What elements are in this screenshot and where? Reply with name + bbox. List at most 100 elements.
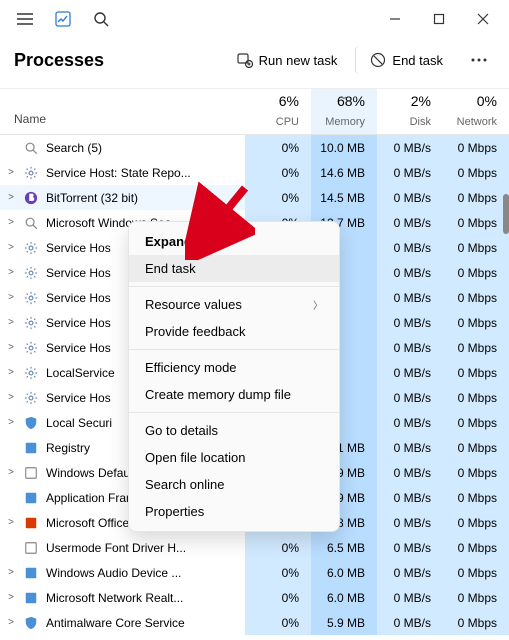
expand-icon[interactable]: > bbox=[0, 342, 22, 353]
menu-icon[interactable] bbox=[10, 4, 40, 34]
gear-icon bbox=[22, 314, 40, 332]
cell-disk: 0 MB/s bbox=[377, 435, 443, 460]
close-button[interactable] bbox=[461, 4, 505, 34]
end-task-button[interactable]: End task bbox=[355, 46, 455, 74]
table-row[interactable]: Usermode Font Driver H...0%6.5 MB0 MB/s0… bbox=[0, 535, 509, 560]
cell-network: 0 Mbps bbox=[443, 560, 509, 585]
column-memory[interactable]: ⌄ 68% Memory bbox=[311, 89, 377, 134]
scrollbar-thumb[interactable] bbox=[503, 194, 509, 234]
cell-disk: 0 MB/s bbox=[377, 185, 443, 210]
sort-descending-icon: ⌄ bbox=[340, 91, 348, 102]
expand-icon[interactable]: > bbox=[0, 267, 22, 278]
cell-disk: 0 MB/s bbox=[377, 610, 443, 635]
gear-icon bbox=[22, 239, 40, 257]
search-icon bbox=[22, 214, 40, 232]
reg-icon bbox=[22, 489, 40, 507]
cell-disk: 0 MB/s bbox=[377, 135, 443, 160]
cm-end-task[interactable]: End task bbox=[129, 255, 339, 282]
cell-memory: 6.5 MB bbox=[311, 535, 377, 560]
expand-icon[interactable]: > bbox=[0, 292, 22, 303]
cm-separator bbox=[129, 349, 339, 350]
cell-network: 0 Mbps bbox=[443, 435, 509, 460]
expand-icon[interactable]: > bbox=[0, 167, 22, 178]
process-name: Antimalware Core Service bbox=[46, 616, 245, 630]
table-row[interactable]: Search (5)0%10.0 MB0 MB/s0 Mbps bbox=[0, 135, 509, 160]
cm-resource-values[interactable]: Resource values〉 bbox=[129, 291, 339, 318]
reg-icon bbox=[22, 589, 40, 607]
cell-cpu: 0% bbox=[245, 135, 311, 160]
process-name: Service Host: State Repo... bbox=[46, 166, 245, 180]
cm-search-online[interactable]: Search online bbox=[129, 471, 339, 498]
cm-provide-feedback[interactable]: Provide feedback bbox=[129, 318, 339, 345]
column-name[interactable]: Name bbox=[0, 89, 245, 134]
expand-icon[interactable]: > bbox=[0, 317, 22, 328]
cell-network: 0 Mbps bbox=[443, 260, 509, 285]
run-new-task-button[interactable]: Run new task bbox=[225, 46, 350, 74]
app-icon bbox=[48, 4, 78, 34]
expand-icon[interactable]: > bbox=[0, 417, 22, 428]
cell-cpu: 0% bbox=[245, 560, 311, 585]
cm-go-to-details[interactable]: Go to details bbox=[129, 417, 339, 444]
cm-create-dump[interactable]: Create memory dump file bbox=[129, 381, 339, 408]
expand-icon[interactable]: > bbox=[0, 192, 22, 203]
table-row[interactable]: >Microsoft Network Realt...0%6.0 MB0 MB/… bbox=[0, 585, 509, 610]
process-name: Windows Audio Device ... bbox=[46, 566, 245, 580]
cell-disk: 0 MB/s bbox=[377, 460, 443, 485]
end-task-icon bbox=[370, 52, 386, 68]
app-icon bbox=[22, 539, 40, 557]
cell-network: 0 Mbps bbox=[443, 510, 509, 535]
search-icon[interactable] bbox=[86, 4, 116, 34]
expand-icon[interactable]: > bbox=[0, 217, 22, 228]
column-network[interactable]: 0% Network bbox=[443, 89, 509, 134]
table-row[interactable]: >Service Host: State Repo...0%14.6 MB0 M… bbox=[0, 160, 509, 185]
cell-cpu: 0% bbox=[245, 585, 311, 610]
cell-disk: 0 MB/s bbox=[377, 510, 443, 535]
process-name: BitTorrent (32 bit) bbox=[46, 191, 245, 205]
expand-icon[interactable]: > bbox=[0, 592, 22, 603]
gear-icon bbox=[22, 289, 40, 307]
header: Processes Run new task End task bbox=[0, 38, 509, 89]
table-row[interactable]: >BitTorrent (32 bit)0%14.5 MB0 MB/s0 Mbp… bbox=[0, 185, 509, 210]
column-disk[interactable]: 2% Disk bbox=[377, 89, 443, 134]
expand-icon[interactable]: > bbox=[0, 517, 22, 528]
cell-network: 0 Mbps bbox=[443, 185, 509, 210]
cell-cpu: 0% bbox=[245, 535, 311, 560]
cm-properties[interactable]: Properties bbox=[129, 498, 339, 525]
cell-network: 0 Mbps bbox=[443, 360, 509, 385]
expand-icon[interactable]: > bbox=[0, 467, 22, 478]
expand-icon[interactable]: > bbox=[0, 242, 22, 253]
cell-disk: 0 MB/s bbox=[377, 260, 443, 285]
gear-icon bbox=[22, 389, 40, 407]
maximize-button[interactable] bbox=[417, 4, 461, 34]
cell-disk: 0 MB/s bbox=[377, 285, 443, 310]
expand-icon[interactable]: > bbox=[0, 567, 22, 578]
window-controls bbox=[373, 4, 505, 34]
cell-disk: 0 MB/s bbox=[377, 310, 443, 335]
cell-network: 0 Mbps bbox=[443, 535, 509, 560]
context-menu: Expand End task Resource values〉 Provide… bbox=[128, 221, 340, 532]
cell-memory: 6.0 MB bbox=[311, 560, 377, 585]
process-name: Microsoft Network Realt... bbox=[46, 591, 245, 605]
cell-memory: 6.0 MB bbox=[311, 585, 377, 610]
reg-icon bbox=[22, 439, 40, 457]
cell-network: 0 Mbps bbox=[443, 610, 509, 635]
expand-icon[interactable]: > bbox=[0, 617, 22, 628]
cell-disk: 0 MB/s bbox=[377, 410, 443, 435]
column-cpu[interactable]: 6% CPU bbox=[245, 89, 311, 134]
cell-memory: 14.6 MB bbox=[311, 160, 377, 185]
cm-efficiency-mode[interactable]: Efficiency mode bbox=[129, 354, 339, 381]
reg-icon bbox=[22, 564, 40, 582]
cell-disk: 0 MB/s bbox=[377, 485, 443, 510]
cm-expand[interactable]: Expand bbox=[129, 228, 339, 255]
minimize-button[interactable] bbox=[373, 4, 417, 34]
table-row[interactable]: >Windows Audio Device ...0%6.0 MB0 MB/s0… bbox=[0, 560, 509, 585]
more-button[interactable] bbox=[463, 54, 495, 66]
table-row[interactable]: >Antimalware Core Service0%5.9 MB0 MB/s0… bbox=[0, 610, 509, 635]
expand-icon[interactable]: > bbox=[0, 367, 22, 378]
expand-icon[interactable]: > bbox=[0, 392, 22, 403]
shield-icon bbox=[22, 414, 40, 432]
cm-open-location[interactable]: Open file location bbox=[129, 444, 339, 471]
cell-network: 0 Mbps bbox=[443, 210, 509, 235]
cell-disk: 0 MB/s bbox=[377, 360, 443, 385]
cell-memory: 5.9 MB bbox=[311, 610, 377, 635]
